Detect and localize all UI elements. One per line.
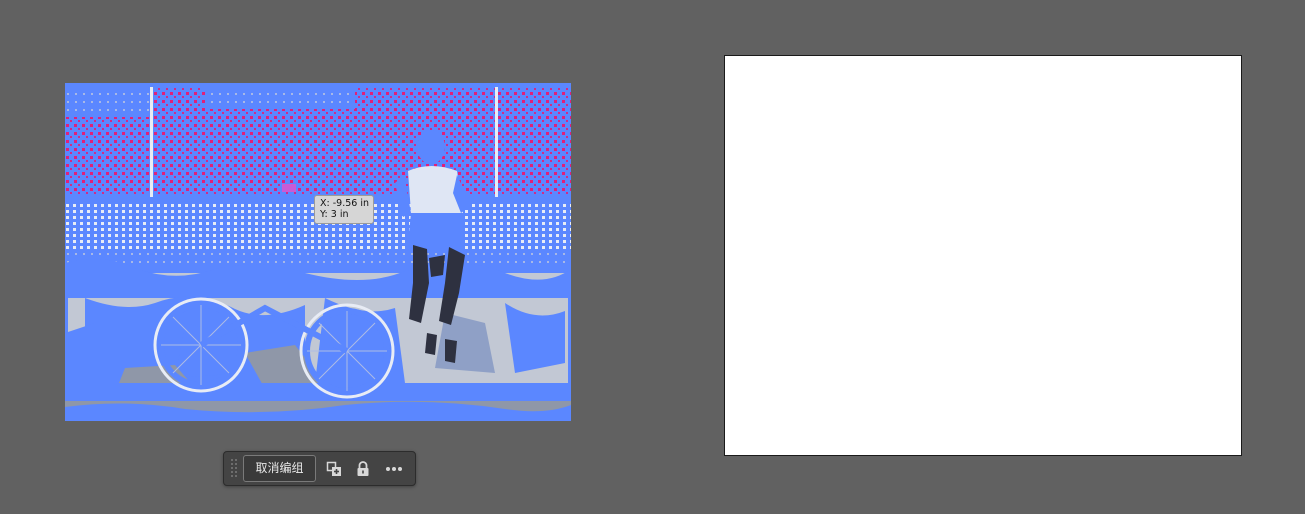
artboard[interactable] [724,55,1242,456]
arrange-icon[interactable] [323,458,345,480]
ungroup-button[interactable]: 取消编组 [243,455,316,482]
coordinate-x-readout: X: -9.56 in [320,198,369,209]
workspace-canvas[interactable]: X: -9.56 in Y: 3 in 取消编组 [0,0,1305,514]
grip-handle-icon[interactable] [231,459,237,478]
contextual-task-bar: 取消编组 [223,451,416,486]
coordinate-tooltip: X: -9.56 in Y: 3 in [314,195,374,224]
traced-image-artwork [65,83,571,421]
more-options-icon[interactable] [383,458,405,480]
placed-traced-image[interactable] [65,83,571,421]
coordinate-y-readout: Y: 3 in [320,209,349,220]
lock-icon[interactable] [352,458,374,480]
